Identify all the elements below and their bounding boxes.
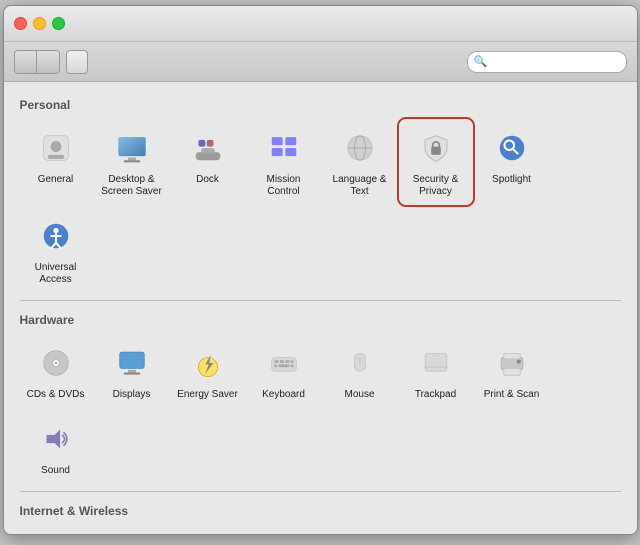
pref-icon-mouse	[338, 341, 382, 385]
pref-item-keyboard[interactable]: Keyboard	[248, 335, 320, 407]
search-box: 🔍	[467, 51, 627, 73]
section-icons-hardware: CDs & DVDs Displays Energy Saver Keyboard Mo…	[20, 335, 621, 483]
section-icons-internet: iCloud Mail, Contacts & Calendars meMobile…	[20, 526, 621, 534]
divider-personal	[20, 300, 621, 301]
back-button[interactable]	[15, 51, 37, 73]
pref-icon-universal	[34, 214, 78, 258]
pref-label-cds: CDs & DVDs	[27, 389, 85, 401]
pref-item-mouse[interactable]: Mouse	[324, 335, 396, 407]
pref-label-printscan: Print & Scan	[484, 389, 540, 401]
pref-icon-language	[338, 126, 382, 170]
pref-icon-sharing	[414, 532, 458, 534]
pref-icon-desktop	[110, 126, 154, 170]
pref-icon-mobileme: me	[186, 532, 230, 534]
pref-label-language: Language & Text	[328, 174, 392, 198]
pref-item-displays[interactable]: Displays	[96, 335, 168, 407]
pref-icon-printscan	[490, 341, 534, 385]
nav-group	[14, 50, 60, 74]
pref-icon-general	[34, 126, 78, 170]
forward-button[interactable]	[37, 51, 59, 73]
pref-label-energy: Energy Saver	[177, 389, 238, 401]
pref-item-trackpad[interactable]: Trackpad	[400, 335, 472, 407]
pref-item-sound[interactable]: Sound	[20, 411, 92, 483]
pref-icon-keyboard	[262, 341, 306, 385]
pref-item-dock[interactable]: Dock	[172, 120, 244, 204]
pref-icon-sound	[34, 417, 78, 461]
title-bar	[4, 6, 637, 42]
divider-hardware	[20, 491, 621, 492]
pref-label-trackpad: Trackpad	[415, 389, 456, 401]
pref-label-desktop: Desktop & Screen Saver	[100, 174, 164, 198]
pref-icon-mission	[262, 126, 306, 170]
pref-icon-bluetooth	[338, 532, 382, 534]
pref-item-icloud[interactable]: iCloud	[20, 526, 92, 534]
pref-item-bluetooth[interactable]: Bluetooth	[324, 526, 396, 534]
show-all-button[interactable]	[66, 50, 88, 74]
pref-icon-dock	[186, 126, 230, 170]
pref-label-universal: Universal Access	[24, 262, 88, 286]
pref-item-language[interactable]: Language & Text	[324, 120, 396, 204]
maximize-button[interactable]	[52, 17, 65, 30]
pref-icon-mail	[110, 532, 154, 534]
traffic-lights	[14, 17, 65, 30]
section-icons-personal: General Desktop & Screen Saver Dock Mission…	[20, 120, 621, 292]
pref-item-spotlight[interactable]: Spotlight	[476, 120, 548, 204]
minimize-button[interactable]	[33, 17, 46, 30]
sections-container: Personal General Desktop & Screen Saver Doc…	[20, 98, 621, 534]
pref-icon-spotlight	[490, 126, 534, 170]
main-window: 🔍 Personal General Desktop & Screen Saver D…	[3, 5, 638, 535]
close-button[interactable]	[14, 17, 27, 30]
pref-label-dock: Dock	[196, 174, 219, 186]
pref-item-mission[interactable]: Mission Control	[248, 120, 320, 204]
section-label-internet: Internet & Wireless	[20, 504, 621, 518]
pref-item-cds[interactable]: CDs & DVDs	[20, 335, 92, 407]
pref-icon-trackpad	[414, 341, 458, 385]
pref-label-spotlight: Spotlight	[492, 174, 531, 186]
pref-item-mobileme[interactable]: meMobileMe	[172, 526, 244, 534]
section-label-personal: Personal	[20, 98, 621, 112]
pref-item-network[interactable]: Network	[248, 526, 320, 534]
pref-item-general[interactable]: General	[20, 120, 92, 204]
search-icon: 🔍	[474, 55, 488, 68]
pref-label-sound: Sound	[41, 465, 70, 477]
pref-icon-cds	[34, 341, 78, 385]
pref-item-security[interactable]: Security & Privacy	[400, 120, 472, 204]
pref-item-desktop[interactable]: Desktop & Screen Saver	[96, 120, 168, 204]
pref-item-sharing[interactable]: Sharing	[400, 526, 472, 534]
search-input[interactable]	[491, 55, 619, 69]
pref-item-mail[interactable]: Mail, Contacts & Calendars	[96, 526, 168, 534]
pref-icon-energy	[186, 341, 230, 385]
pref-label-general: General	[38, 174, 74, 186]
pref-icon-displays	[110, 341, 154, 385]
toolbar: 🔍	[4, 42, 637, 82]
pref-icon-network	[262, 532, 306, 534]
pref-label-security: Security & Privacy	[404, 174, 468, 198]
pref-item-universal[interactable]: Universal Access	[20, 208, 92, 292]
pref-icon-security	[414, 126, 458, 170]
content-area: Personal General Desktop & Screen Saver Doc…	[4, 82, 637, 534]
pref-label-displays: Displays	[113, 389, 151, 401]
pref-label-mouse: Mouse	[344, 389, 374, 401]
section-label-hardware: Hardware	[20, 313, 621, 327]
pref-label-mission: Mission Control	[252, 174, 316, 198]
pref-icon-icloud	[34, 532, 78, 534]
pref-label-keyboard: Keyboard	[262, 389, 305, 401]
pref-item-energy[interactable]: Energy Saver	[172, 335, 244, 407]
pref-item-printscan[interactable]: Print & Scan	[476, 335, 548, 407]
